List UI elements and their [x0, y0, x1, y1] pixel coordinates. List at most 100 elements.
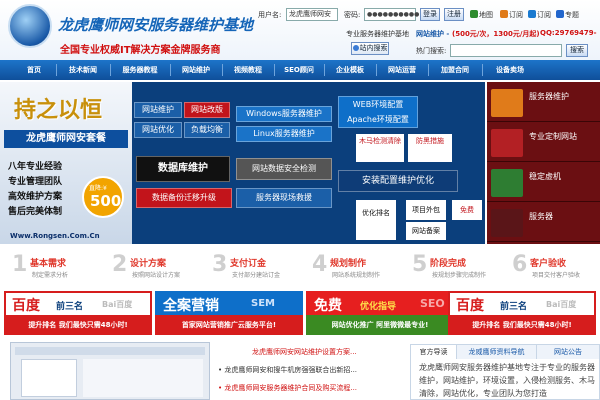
tile-site-optimize[interactable]: 网站优化 [134, 122, 182, 138]
step-item: 6 客户验收 项目交付客户验收 [500, 250, 600, 286]
ad-sem-marketing[interactable]: 全案营销 SEM 首家网站营销推广云服务平台! [155, 291, 303, 335]
baidu-logo-icon: Bai百度 [102, 300, 133, 309]
nav-site-maintenance[interactable]: 网站维护 [172, 60, 220, 80]
subscribe-link[interactable]: 订阅 [528, 10, 551, 20]
step-title: 设计方案 [130, 259, 167, 269]
login-button[interactable]: 登录 [420, 8, 440, 21]
ad-free-seo[interactable]: 免费 优化指导 SEO 网站优化推广 阿里微微最专业! [306, 291, 454, 335]
side-promo-item[interactable]: 服务器维护 [487, 84, 600, 122]
tile-backup-migrate[interactable]: 数据备份迁移升级 [136, 188, 232, 208]
nav-seo[interactable]: SEO顾问 [276, 60, 322, 80]
hosting-icon [491, 169, 523, 197]
tile-anti-hack[interactable]: 防黑措施 [408, 134, 452, 162]
nav-divider [110, 64, 111, 76]
step-item: 3 支付订金 支付部分建站订金 [200, 250, 300, 286]
ad-caption: 提升排名 我们最快只需48小时! [448, 315, 596, 335]
password-label: 密码: [344, 11, 361, 19]
nav-templates[interactable]: 企业模板 [326, 60, 374, 80]
tile-outsourcing[interactable]: 项目外包 [406, 200, 446, 220]
search-submit-button[interactable]: 搜索 [566, 44, 588, 57]
step-subtitle: 按规划步骤完成制作 [432, 272, 487, 279]
topic-icon [556, 10, 564, 18]
website-icon [491, 129, 523, 157]
register-button[interactable]: 注册 [444, 8, 464, 21]
tile-load-balance[interactable]: 负载均衡 [184, 122, 230, 138]
side-promo-label: 服务器维护 [529, 92, 569, 101]
ad-headline: 百度 [12, 298, 40, 314]
news-item[interactable]: 龙虎鹰师网安网站维护设置方案... [252, 346, 357, 358]
banner-url[interactable]: Www.Rongsen.Com.Cn [10, 232, 100, 240]
tile-install-config[interactable]: 安装配置维护优化 [338, 170, 458, 192]
ad-top: 全案营销 SEM [155, 291, 303, 315]
news-item[interactable]: • 龙虎鹰师网安服务器维护合同及购买流程... [218, 382, 357, 394]
promo-price-label: 网站维护 - [416, 30, 450, 38]
step-item: 4 规划制作 网站系统规划制作 [300, 250, 400, 286]
tile-database[interactable]: 数据库维护 [136, 156, 230, 182]
thumb-titlebar [15, 347, 205, 355]
ad-subheadline: SEM [251, 298, 275, 309]
topic-link[interactable]: 专题 [556, 10, 579, 20]
tile-data-security[interactable]: 网站数据安全检测 [236, 158, 332, 180]
server-icon [491, 89, 523, 117]
nav-video-tutorial[interactable]: 视频教程 [224, 60, 272, 80]
step-item: 5 阶段完成 按规划步骤完成制作 [400, 250, 500, 286]
step-number: 6 [512, 252, 528, 277]
step-title: 规划制作 [330, 259, 367, 269]
subscribe-icon [528, 10, 536, 18]
tile-linux-server[interactable]: Linux服务器维护 [236, 126, 332, 142]
tab-official-guide[interactable]: 官方导读 [411, 345, 457, 359]
nav-divider [376, 64, 377, 76]
tile-trojan[interactable]: 木马检测清除 [356, 134, 404, 162]
search-icon [352, 45, 359, 51]
ad-baidu-rank[interactable]: 百度 前三名 Bai百度 提升排名 我们最快只需48小时! [4, 291, 152, 335]
site-title[interactable]: 龙虎鹰师网安服务器维护基地 [58, 14, 253, 35]
password-input[interactable]: ●●●●●●●●●● [364, 8, 419, 21]
promo-qq[interactable]: QQ:29769479- [540, 29, 597, 37]
price-prefix: 直降:¥ [89, 185, 107, 192]
nav-home[interactable]: 首页 [14, 60, 54, 80]
ad-baidu-rank[interactable]: 百度 前三名 Bai百度 提升排名 我们最快只需48小时! [448, 291, 596, 335]
side-promo-item[interactable]: 稳定虚机 [487, 164, 600, 202]
ad-top: 百度 前三名 Bai百度 [448, 291, 596, 315]
search-input[interactable] [450, 44, 562, 57]
map-link[interactable]: 地图 [470, 10, 493, 20]
rss-icon [500, 10, 508, 18]
nav-franchise[interactable]: 加盟合同 [430, 60, 480, 80]
tab-announcements[interactable]: 网站公告 [537, 345, 599, 359]
step-number: 3 [212, 252, 228, 277]
rss-link[interactable]: 订阅 [500, 10, 523, 20]
screenshot-thumbnail[interactable] [10, 342, 210, 400]
tile-free[interactable]: 免费 [452, 200, 482, 220]
main-nav: 首页 技术新闻 服务器教程 网站维护 视频教程 SEO顾问 企业模板 网站运营 … [0, 60, 600, 80]
step-item: 2 设计方案 按照网站设计方案 [100, 250, 200, 286]
hero-banner[interactable]: 持之以恒 龙虎鹰师网安套餐 八年专业经验 专业管理团队 高效维护方案 售后完美体… [0, 82, 485, 244]
ad-headline: 百度 [456, 298, 484, 314]
tile-icp-filing[interactable]: 网站备案 [406, 222, 446, 240]
side-promo-item[interactable]: 服务器 [487, 204, 600, 242]
nav-tech-news[interactable]: 技术新闻 [58, 60, 108, 80]
tile-seo-rank[interactable]: 优化排名 [356, 200, 396, 240]
ad-top: 免费 优化指导 SEO [306, 291, 454, 315]
username-input[interactable]: 龙虎鹰师网安 [286, 8, 338, 21]
thumb-content [83, 359, 203, 397]
tile-site-redesign[interactable]: 网站改版 [184, 102, 230, 118]
news-item[interactable]: • 龙虎鹰师网安和搜牛机房强强联合出新招... [218, 364, 357, 376]
nav-equipment[interactable]: 设备卖场 [484, 60, 536, 80]
username-label: 用户名: [258, 11, 282, 19]
side-promo-item[interactable]: 专业定制网站 [487, 124, 600, 162]
tile-web-env[interactable]: WEB环境配置 Apache环境配置 [338, 96, 418, 128]
step-subtitle: 网站系统规划制作 [332, 272, 381, 279]
logo-icon[interactable] [8, 4, 52, 48]
tab-resource-nav[interactable]: 龙威鹰师资料导航 [457, 345, 537, 359]
ad-subheadline: 前三名 [500, 302, 528, 312]
step-subtitle: 制定需求分析 [32, 272, 69, 279]
nav-operations[interactable]: 网站运营 [378, 60, 426, 80]
site-search-button[interactable]: 站内搜索 [351, 42, 389, 55]
tile-web-env-line2: Apache环境配置 [347, 115, 409, 124]
tile-onsite-rescue[interactable]: 服务器现场救援 [236, 188, 332, 208]
thumb-dialog [21, 359, 77, 397]
step-item: 1 基本需求 制定需求分析 [0, 250, 100, 286]
tile-site-maintenance[interactable]: 网站维护 [134, 102, 182, 118]
nav-server-tutorial[interactable]: 服务器教程 [112, 60, 168, 80]
tile-windows-server[interactable]: Windows服务器维护 [236, 106, 332, 122]
